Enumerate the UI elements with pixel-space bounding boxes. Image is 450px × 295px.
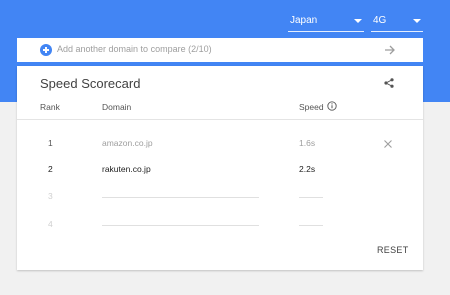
column-header-domain: Domain (102, 102, 132, 112)
empty-domain-slot[interactable] (102, 197, 259, 198)
empty-speed-slot (299, 225, 323, 226)
row-rank: 3 (48, 191, 53, 201)
table-row: 4 (17, 215, 423, 235)
row-speed: 2.2s (299, 164, 316, 174)
network-select[interactable]: 4G (371, 10, 423, 32)
table-row: 1 amazon.co.jp 1.6s (17, 134, 423, 154)
column-header-rank: Rank (40, 102, 60, 112)
row-rank: 1 (48, 138, 53, 148)
arrow-forward-icon[interactable] (383, 43, 397, 57)
add-domain-input[interactable]: Add another domain to compare (2/10) (17, 38, 423, 62)
share-icon[interactable] (384, 78, 394, 88)
empty-domain-slot[interactable] (102, 225, 259, 226)
table-row: 2 rakuten.co.jp 2.2s (17, 160, 423, 180)
header-divider (17, 119, 423, 120)
column-header-speed: Speed (299, 102, 324, 112)
network-select-value: 4G (373, 15, 387, 26)
info-icon[interactable] (327, 101, 337, 111)
add-circle-icon (40, 44, 52, 56)
table-row: 3 (17, 187, 423, 207)
empty-speed-slot (299, 197, 323, 198)
chevron-down-icon (413, 19, 421, 23)
country-select-value: Japan (290, 15, 318, 26)
chevron-down-icon (354, 19, 362, 23)
card-title: Speed Scorecard (40, 76, 141, 91)
add-domain-placeholder: Add another domain to compare (2/10) (57, 44, 212, 54)
close-icon[interactable] (383, 139, 393, 149)
row-domain: amazon.co.jp (102, 138, 153, 148)
row-rank: 2 (48, 164, 53, 174)
country-select[interactable]: Japan (288, 10, 364, 32)
row-speed: 1.6s (299, 138, 316, 148)
speed-scorecard: Speed Scorecard Rank Domain Speed 1 amaz… (17, 66, 423, 270)
row-domain: rakuten.co.jp (102, 164, 151, 174)
reset-button[interactable]: RESET (377, 245, 409, 255)
row-rank: 4 (48, 219, 53, 229)
